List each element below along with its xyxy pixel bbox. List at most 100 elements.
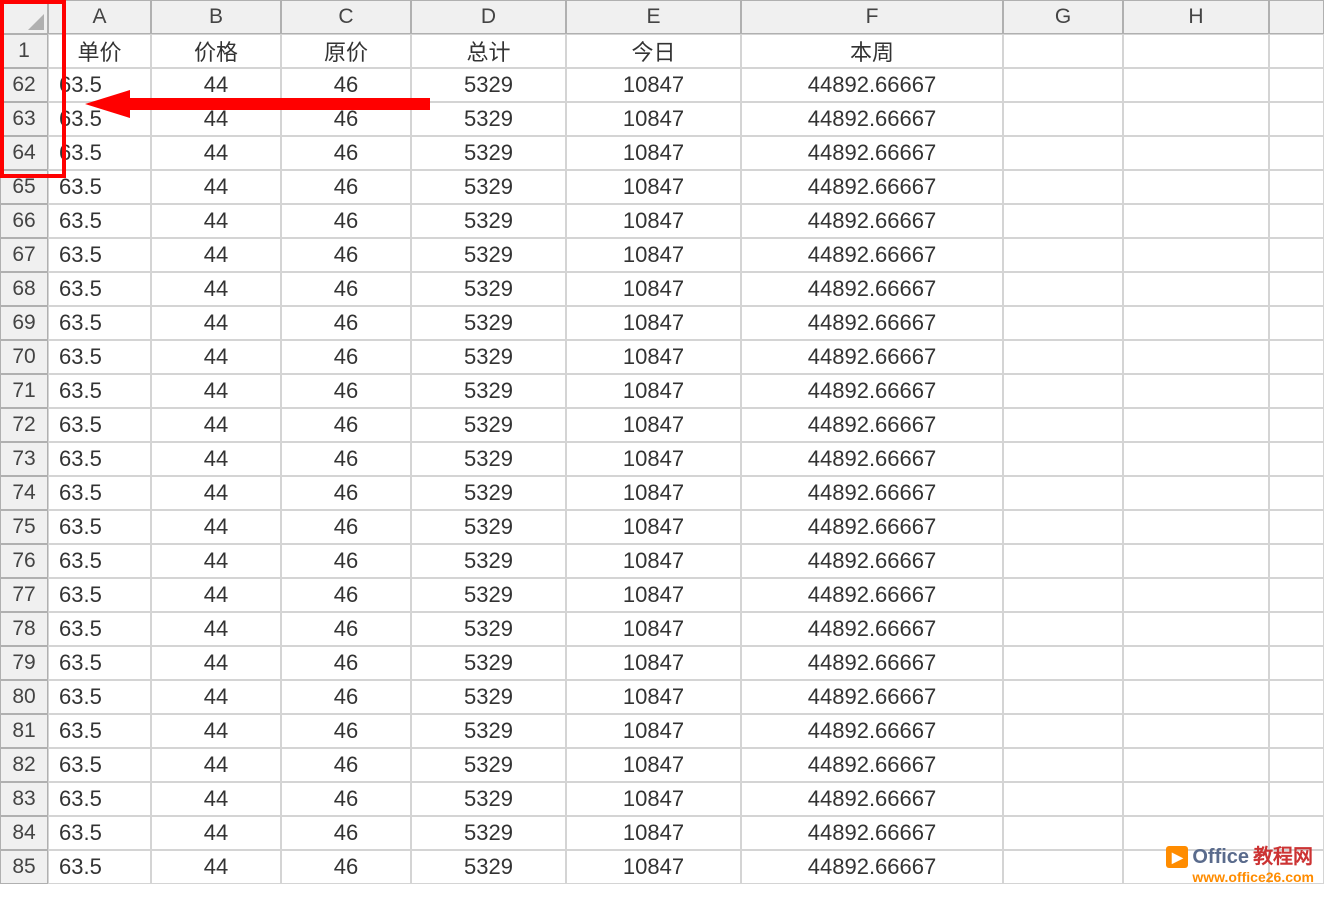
cell-F73[interactable]: 44892.66667 [741, 442, 1003, 476]
row-header-62[interactable]: 62 [0, 68, 48, 102]
cell-H73[interactable] [1123, 442, 1269, 476]
cell-E68[interactable]: 10847 [566, 272, 741, 306]
cell-G85[interactable] [1003, 850, 1123, 884]
cell-F84[interactable]: 44892.66667 [741, 816, 1003, 850]
cell-A64[interactable]: 63.5 [48, 136, 151, 170]
cell-A85[interactable]: 63.5 [48, 850, 151, 884]
cell-F63[interactable]: 44892.66667 [741, 102, 1003, 136]
row-header-65[interactable]: 65 [0, 170, 48, 204]
cell-66[interactable] [1269, 204, 1324, 238]
cell-E77[interactable]: 10847 [566, 578, 741, 612]
cell-E73[interactable]: 10847 [566, 442, 741, 476]
cell-G63[interactable] [1003, 102, 1123, 136]
cell-A65[interactable]: 63.5 [48, 170, 151, 204]
cell-A76[interactable]: 63.5 [48, 544, 151, 578]
cell-77[interactable] [1269, 578, 1324, 612]
cell-D1[interactable]: 总计 [411, 34, 566, 68]
cell-G62[interactable] [1003, 68, 1123, 102]
cell-F65[interactable]: 44892.66667 [741, 170, 1003, 204]
row-header-69[interactable]: 69 [0, 306, 48, 340]
cell-A63[interactable]: 63.5 [48, 102, 151, 136]
column-header-A[interactable]: A [48, 0, 151, 34]
cell-A1[interactable]: 单价 [48, 34, 151, 68]
column-header-C[interactable]: C [281, 0, 411, 34]
cell-G83[interactable] [1003, 782, 1123, 816]
cell-H72[interactable] [1123, 408, 1269, 442]
row-header-68[interactable]: 68 [0, 272, 48, 306]
cell-B77[interactable]: 44 [151, 578, 281, 612]
cell-A66[interactable]: 63.5 [48, 204, 151, 238]
cell-A80[interactable]: 63.5 [48, 680, 151, 714]
cell-B71[interactable]: 44 [151, 374, 281, 408]
cell-C1[interactable]: 原价 [281, 34, 411, 68]
cell-H63[interactable] [1123, 102, 1269, 136]
cell-F69[interactable]: 44892.66667 [741, 306, 1003, 340]
cell-B78[interactable]: 44 [151, 612, 281, 646]
cell-A73[interactable]: 63.5 [48, 442, 151, 476]
cell-F74[interactable]: 44892.66667 [741, 476, 1003, 510]
cell-78[interactable] [1269, 612, 1324, 646]
cell-C74[interactable]: 46 [281, 476, 411, 510]
cell-E65[interactable]: 10847 [566, 170, 741, 204]
cell-G82[interactable] [1003, 748, 1123, 782]
cell-D78[interactable]: 5329 [411, 612, 566, 646]
cell-D84[interactable]: 5329 [411, 816, 566, 850]
cell-H69[interactable] [1123, 306, 1269, 340]
cell-B75[interactable]: 44 [151, 510, 281, 544]
cell-C76[interactable]: 46 [281, 544, 411, 578]
row-header-81[interactable]: 81 [0, 714, 48, 748]
cell-F75[interactable]: 44892.66667 [741, 510, 1003, 544]
cell-H1[interactable] [1123, 34, 1269, 68]
cell-B66[interactable]: 44 [151, 204, 281, 238]
cell-C68[interactable]: 46 [281, 272, 411, 306]
cell-G75[interactable] [1003, 510, 1123, 544]
cell-H78[interactable] [1123, 612, 1269, 646]
cell-H74[interactable] [1123, 476, 1269, 510]
cell-G73[interactable] [1003, 442, 1123, 476]
cell-D75[interactable]: 5329 [411, 510, 566, 544]
cell-D67[interactable]: 5329 [411, 238, 566, 272]
cell-F85[interactable]: 44892.66667 [741, 850, 1003, 884]
cell-G71[interactable] [1003, 374, 1123, 408]
row-header-80[interactable]: 80 [0, 680, 48, 714]
cell-G1[interactable] [1003, 34, 1123, 68]
row-header-85[interactable]: 85 [0, 850, 48, 884]
select-all-corner[interactable] [0, 0, 48, 34]
cell-E72[interactable]: 10847 [566, 408, 741, 442]
cell-B65[interactable]: 44 [151, 170, 281, 204]
cell-F80[interactable]: 44892.66667 [741, 680, 1003, 714]
cell-74[interactable] [1269, 476, 1324, 510]
cell-C67[interactable]: 46 [281, 238, 411, 272]
row-header-70[interactable]: 70 [0, 340, 48, 374]
cell-68[interactable] [1269, 272, 1324, 306]
cell-B83[interactable]: 44 [151, 782, 281, 816]
cell-70[interactable] [1269, 340, 1324, 374]
cell-B63[interactable]: 44 [151, 102, 281, 136]
cell-A70[interactable]: 63.5 [48, 340, 151, 374]
cell-D82[interactable]: 5329 [411, 748, 566, 782]
row-header-79[interactable]: 79 [0, 646, 48, 680]
cell-D81[interactable]: 5329 [411, 714, 566, 748]
cell-E70[interactable]: 10847 [566, 340, 741, 374]
column-header-F[interactable]: F [741, 0, 1003, 34]
row-header-76[interactable]: 76 [0, 544, 48, 578]
cell-C71[interactable]: 46 [281, 374, 411, 408]
cell-E78[interactable]: 10847 [566, 612, 741, 646]
column-header-H[interactable]: H [1123, 0, 1269, 34]
cell-D85[interactable]: 5329 [411, 850, 566, 884]
cell-G70[interactable] [1003, 340, 1123, 374]
cell-F79[interactable]: 44892.66667 [741, 646, 1003, 680]
cell-E67[interactable]: 10847 [566, 238, 741, 272]
cell-E79[interactable]: 10847 [566, 646, 741, 680]
cell-H66[interactable] [1123, 204, 1269, 238]
cell-F64[interactable]: 44892.66667 [741, 136, 1003, 170]
cell-G78[interactable] [1003, 612, 1123, 646]
cell-A71[interactable]: 63.5 [48, 374, 151, 408]
cell-G68[interactable] [1003, 272, 1123, 306]
cell-D68[interactable]: 5329 [411, 272, 566, 306]
cell-E80[interactable]: 10847 [566, 680, 741, 714]
cell-C69[interactable]: 46 [281, 306, 411, 340]
cell-G69[interactable] [1003, 306, 1123, 340]
cell-B84[interactable]: 44 [151, 816, 281, 850]
column-header-extra[interactable] [1269, 0, 1324, 34]
